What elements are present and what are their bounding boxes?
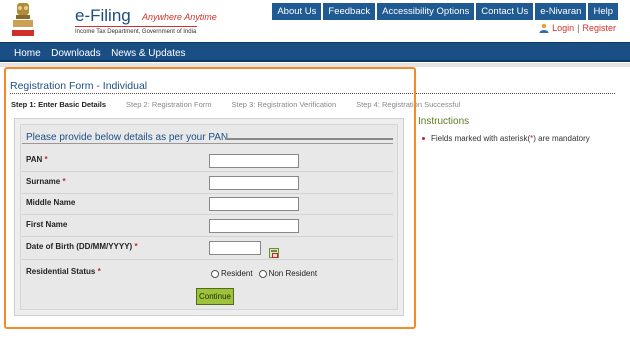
site-header: e-Filing Anywhere Anytime Income Tax Dep… [0, 0, 630, 42]
login-link[interactable]: Login [552, 23, 574, 33]
nav-e-nivaran[interactable]: e-Nivaran [535, 3, 587, 20]
mainnav-news-updates[interactable]: News & Updates [105, 44, 185, 63]
bullet-icon [422, 137, 425, 140]
instruction-prefix: Fields marked with asterisk( [431, 134, 531, 143]
mainnav-home[interactable]: Home [0, 44, 41, 63]
nav-contact-us[interactable]: Contact Us [476, 3, 534, 20]
brand-tagline: Anywhere Anytime [142, 12, 217, 22]
top-navigation: About Us Feedback Accessibility Options … [270, 3, 618, 20]
mainnav-downloads[interactable]: Downloads [45, 44, 100, 63]
brand-underline [75, 26, 197, 27]
auth-links: Login | Register [539, 23, 616, 33]
instruction-item: Fields marked with asterisk(*) are manda… [422, 134, 590, 143]
efiling-page: e-Filing Anywhere Anytime Income Tax Dep… [0, 0, 630, 345]
instructions-title: Instructions [418, 116, 470, 127]
register-link[interactable]: Register [582, 23, 616, 33]
nav-feedback[interactable]: Feedback [323, 3, 376, 20]
national-emblem-icon [12, 3, 34, 36]
auth-separator: | [577, 23, 580, 33]
user-icon [539, 23, 549, 33]
nav-about-us[interactable]: About Us [272, 3, 322, 20]
brand-name: e-Filing [75, 6, 131, 25]
highlight-box [4, 67, 416, 329]
main-navigation: Home Downloads News & Updates [0, 42, 630, 62]
brand-subtitle: Income Tax Department, Government of Ind… [75, 29, 197, 35]
instruction-suffix: ) are mandatory [533, 134, 590, 143]
nav-help[interactable]: Help [588, 3, 618, 20]
nav-accessibility-options[interactable]: Accessibility Options [377, 3, 475, 20]
